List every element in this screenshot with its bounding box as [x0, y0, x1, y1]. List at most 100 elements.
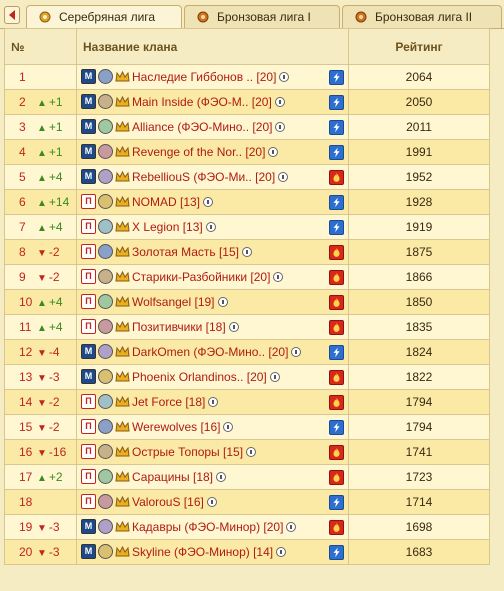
- clan-name-link[interactable]: Старики-Разбойники [20]: [132, 270, 270, 284]
- lightning-icon: [329, 545, 344, 560]
- clan-name-link[interactable]: RebellіouS (ФЭО-Ми.. [20]: [132, 170, 275, 184]
- clan-name-link[interactable]: X Legion [13]: [132, 220, 203, 234]
- info-icon[interactable]: [275, 121, 286, 132]
- lightning-icon: [329, 345, 344, 360]
- rank-change-value: +4: [48, 170, 63, 184]
- rating-value: 2011: [348, 114, 490, 140]
- clan-name-link[interactable]: Сарацины [18]: [132, 470, 213, 484]
- rating-value: 1794: [348, 389, 490, 415]
- rank-number: 20: [19, 545, 33, 559]
- rank-change: ▲ +4: [37, 170, 63, 184]
- info-icon[interactable]: [206, 496, 217, 507]
- clan-name-cell: П Золотая Масть [15]: [76, 239, 349, 265]
- fire-icon: [329, 295, 344, 310]
- crown-icon: [115, 471, 130, 482]
- info-icon[interactable]: [286, 521, 297, 532]
- clan-name-link[interactable]: Main Inside (ФЭО-М.. [20]: [132, 95, 272, 109]
- clan-name-link[interactable]: Phoenix Orlandinos.. [20]: [132, 370, 267, 384]
- clan-name-cell: М Наследие Гиббонов .. [20]: [76, 64, 349, 90]
- rating-value: 1822: [348, 364, 490, 390]
- clan-emblem-icon: [98, 119, 113, 135]
- tab-silver-league[interactable]: Серебряная лига: [26, 5, 182, 29]
- tab-bronze-league-2[interactable]: Бронзовая лига II: [342, 5, 502, 28]
- info-icon[interactable]: [274, 96, 285, 107]
- clan-emblem-icon: [98, 369, 113, 385]
- info-icon[interactable]: [216, 471, 226, 482]
- arrow-down-icon: ▼: [37, 398, 47, 409]
- clan-name-cell: М DarkOmen (ФЭО-Мино.. [20]: [76, 339, 349, 365]
- info-icon[interactable]: [291, 346, 302, 357]
- rank-number: 6: [19, 195, 26, 209]
- clan-name-link[interactable]: Острые Топоры [15]: [132, 445, 243, 459]
- rank-change-value: -2: [48, 245, 60, 259]
- crown-icon: [115, 171, 130, 182]
- clan-name-link[interactable]: Alliance (ФЭО-Мино.. [20]: [132, 120, 272, 134]
- clan-name-link[interactable]: Наследие Гиббонов .. [20]: [132, 70, 276, 84]
- rank-change: ▼ -4: [37, 345, 60, 359]
- clan-name-link[interactable]: Wolfsangel [19]: [132, 295, 215, 309]
- tab-label: Бронзовая лига I: [217, 10, 311, 24]
- clan-name-link[interactable]: Jet Force [18]: [132, 395, 205, 409]
- info-icon[interactable]: [268, 146, 279, 157]
- rank-cell: 9 ▼ -2: [4, 264, 77, 290]
- clan-name-link[interactable]: ValorouS [16]: [132, 495, 204, 509]
- arrow-up-icon: ▲: [37, 298, 47, 309]
- clan-name-cell: П Jet Force [18]: [76, 389, 349, 415]
- rank-cell: 10 ▲ +4: [4, 289, 77, 315]
- clan-name-cell: П X Legion [13]: [76, 214, 349, 240]
- info-icon[interactable]: [269, 371, 280, 382]
- clan-name-cell: П Wolfsangel [19]: [76, 289, 349, 315]
- clan-emblem-icon: [98, 394, 113, 410]
- fire-icon: [329, 270, 344, 285]
- clan-type-badge: М: [81, 169, 96, 185]
- info-icon[interactable]: [241, 246, 252, 257]
- info-icon[interactable]: [217, 296, 228, 307]
- clan-name-link[interactable]: Кадавры (ФЭО-Минор) [20]: [132, 520, 283, 534]
- table-row: 11 ▲ +4 П Позитивчики [18] 1835: [4, 314, 490, 340]
- fire-icon: [329, 445, 344, 460]
- rank-cell: 17 ▲ +2: [4, 464, 77, 490]
- clan-name-cell: П ValorouS [16]: [76, 489, 349, 515]
- rating-value: 1866: [348, 264, 490, 290]
- info-icon[interactable]: [246, 446, 257, 457]
- info-icon[interactable]: [278, 171, 289, 182]
- rank-change-value: -2: [48, 395, 60, 409]
- rank-number: 19: [19, 520, 33, 534]
- info-icon[interactable]: [228, 321, 239, 332]
- clan-name-cell: М Phoenix Orlandinos.. [20]: [76, 364, 349, 390]
- rank-number: 2: [19, 95, 26, 109]
- rank-number: 10: [19, 295, 33, 309]
- tab-bronze-league-1[interactable]: Бронзовая лига I: [184, 5, 340, 28]
- rank-number: 1: [19, 70, 26, 84]
- clan-name-link[interactable]: Werewolves [16]: [132, 420, 220, 434]
- rank-change-value: -2: [48, 420, 60, 434]
- rank-change: ▲ +1: [37, 95, 63, 109]
- rank-change: ▼ -2: [37, 245, 60, 259]
- info-icon[interactable]: [205, 221, 216, 232]
- crown-icon: [115, 521, 130, 532]
- rank-change-value: +4: [48, 295, 63, 309]
- crown-icon: [115, 71, 130, 82]
- info-icon[interactable]: [273, 271, 284, 282]
- league-emblem-icon: [39, 11, 51, 23]
- lightning-icon: [329, 145, 344, 160]
- clan-name-link[interactable]: Skyline (ФЭО-Минор) [14]: [132, 545, 273, 559]
- rating-value: 1698: [348, 514, 490, 540]
- clan-name-link[interactable]: DarkOmen (ФЭО-Мино.. [20]: [132, 345, 288, 359]
- info-icon[interactable]: [208, 396, 219, 407]
- clan-name-link[interactable]: Золотая Масть [15]: [132, 245, 239, 259]
- rank-number: 5: [19, 170, 26, 184]
- arrow-down-icon: ▼: [37, 248, 47, 259]
- info-icon[interactable]: [203, 196, 214, 207]
- clan-emblem-icon: [98, 344, 113, 360]
- rating-value: 1794: [348, 414, 490, 440]
- clan-name-link[interactable]: Revenge of the Nor.. [20]: [132, 145, 265, 159]
- info-icon[interactable]: [276, 546, 287, 557]
- clan-name-link[interactable]: NOMAD [13]: [132, 195, 200, 209]
- rank-cell: 13 ▼ -3: [4, 364, 77, 390]
- info-icon[interactable]: [223, 421, 234, 432]
- clan-name-link[interactable]: Позитивчики [18]: [132, 320, 226, 334]
- back-button[interactable]: [4, 6, 20, 24]
- info-icon[interactable]: [279, 71, 290, 82]
- clan-emblem-icon: [98, 244, 113, 260]
